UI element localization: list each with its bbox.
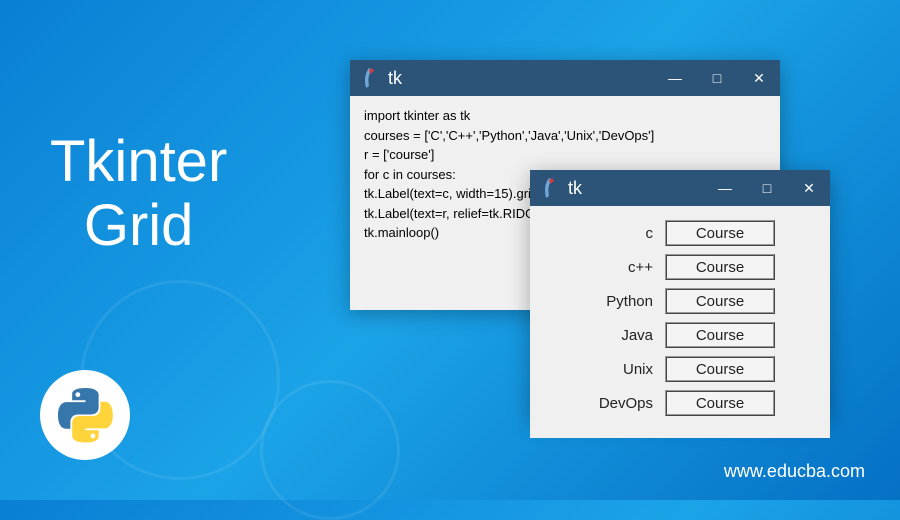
- maximize-button[interactable]: □: [696, 60, 738, 96]
- window-title: tk: [568, 178, 704, 199]
- row-label: c: [585, 225, 665, 242]
- window-title: tk: [388, 68, 654, 89]
- table-row: UnixCourse: [550, 356, 810, 382]
- decorative-gear-2: [260, 380, 400, 520]
- table-row: cCourse: [550, 220, 810, 246]
- code-line: import tkinter as tk: [364, 106, 766, 126]
- window-controls: — □ ✕: [654, 60, 780, 96]
- table-row: PythonCourse: [550, 288, 810, 314]
- python-logo-icon: [58, 388, 113, 443]
- row-value-box: Course: [665, 220, 775, 246]
- minimize-button[interactable]: —: [704, 170, 746, 206]
- tk-feather-icon: [360, 67, 378, 89]
- minimize-button[interactable]: —: [654, 60, 696, 96]
- window-controls: — □ ✕: [704, 170, 830, 206]
- python-logo-badge: [40, 370, 130, 460]
- titlebar: tk — □ ✕: [530, 170, 830, 206]
- maximize-button[interactable]: □: [746, 170, 788, 206]
- title-line-1: Tkinter: [50, 129, 227, 194]
- row-value-box: Course: [665, 254, 775, 280]
- close-button[interactable]: ✕: [738, 60, 780, 96]
- row-value-box: Course: [665, 356, 775, 382]
- tk-feather-icon: [540, 177, 558, 199]
- page-title: Tkinter Grid: [50, 130, 227, 258]
- grid-content: cCoursec++CoursePythonCourseJavaCourseUn…: [530, 206, 830, 438]
- row-value-box: Course: [665, 288, 775, 314]
- row-value-box: Course: [665, 390, 775, 416]
- row-label: Java: [585, 327, 665, 344]
- titlebar: tk — □ ✕: [350, 60, 780, 96]
- table-row: DevOpsCourse: [550, 390, 810, 416]
- row-label: Python: [585, 293, 665, 310]
- output-window: tk — □ ✕ cCoursec++CoursePythonCourseJav…: [530, 170, 830, 420]
- row-label: c++: [585, 259, 665, 276]
- close-button[interactable]: ✕: [788, 170, 830, 206]
- table-row: c++Course: [550, 254, 810, 280]
- table-row: JavaCourse: [550, 322, 810, 348]
- code-line: r = ['course']: [364, 145, 766, 165]
- row-label: Unix: [585, 361, 665, 378]
- code-line: courses = ['C','C++','Python','Java','Un…: [364, 126, 766, 146]
- website-url: www.educba.com: [724, 461, 865, 482]
- row-value-box: Course: [665, 322, 775, 348]
- row-label: DevOps: [585, 395, 665, 412]
- title-line-2: Grid: [84, 193, 194, 258]
